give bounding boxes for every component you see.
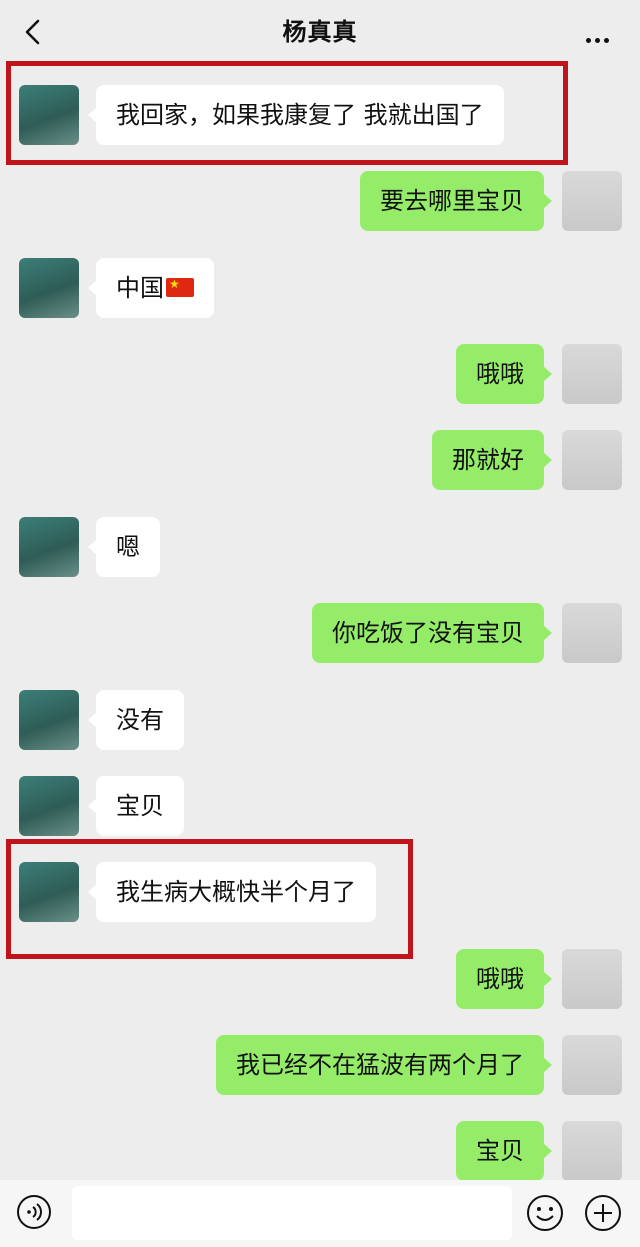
contact-avatar[interactable] xyxy=(19,690,79,750)
message-list[interactable]: 我回家，如果我康复了 我就出国了 要去哪里宝贝 中国 哦哦 那就好 嗯 你吃饭了… xyxy=(0,0,640,1181)
message-bubble[interactable]: 你吃饭了没有宝贝 xyxy=(312,603,552,663)
message-bubble[interactable]: 哦哦 xyxy=(456,949,552,1009)
my-avatar[interactable] xyxy=(562,949,622,1009)
contact-avatar[interactable] xyxy=(19,85,79,145)
message-bubble[interactable]: 我已经不在猛波有两个月了 xyxy=(216,1035,552,1095)
message-bubble[interactable]: 中国 xyxy=(88,258,214,318)
message-bubble[interactable]: 没有 xyxy=(88,690,184,750)
my-avatar[interactable] xyxy=(562,171,622,231)
contact-avatar[interactable] xyxy=(19,258,79,318)
my-avatar[interactable] xyxy=(562,430,622,490)
my-avatar[interactable] xyxy=(562,603,622,663)
message-bubble[interactable]: 那就好 xyxy=(432,430,552,490)
message-input[interactable] xyxy=(72,1186,512,1240)
plus-icon[interactable] xyxy=(584,1194,622,1232)
message-text: 中国 xyxy=(116,274,164,302)
message-bubble[interactable]: 宝贝 xyxy=(456,1121,552,1181)
message-bubble[interactable]: 我回家，如果我康复了 我就出国了 xyxy=(88,85,504,145)
message-bubble[interactable]: 我生病大概快半个月了 xyxy=(88,862,376,922)
voice-icon[interactable] xyxy=(16,1194,52,1230)
message-bubble[interactable]: 要去哪里宝贝 xyxy=(360,171,552,231)
my-avatar[interactable] xyxy=(562,1121,622,1181)
message-bubble[interactable]: 哦哦 xyxy=(456,344,552,404)
contact-avatar[interactable] xyxy=(19,517,79,577)
emoji-icon[interactable] xyxy=(526,1194,564,1232)
china-flag-emoji xyxy=(166,274,194,297)
message-bubble[interactable]: 宝贝 xyxy=(88,776,184,836)
message-bubble[interactable]: 嗯 xyxy=(88,517,160,577)
contact-avatar[interactable] xyxy=(19,862,79,922)
input-bar xyxy=(0,1180,640,1247)
my-avatar[interactable] xyxy=(562,344,622,404)
my-avatar[interactable] xyxy=(562,1035,622,1095)
contact-avatar[interactable] xyxy=(19,776,79,836)
